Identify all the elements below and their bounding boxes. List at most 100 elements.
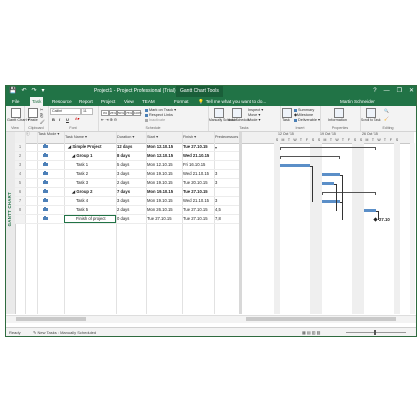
- task-insert-button[interactable]: Task: [282, 118, 290, 123]
- vertical-scrollbar[interactable]: [410, 143, 415, 314]
- horizontal-scrollbar[interactable]: [6, 315, 416, 323]
- tab-task[interactable]: Task: [30, 97, 44, 106]
- user-name[interactable]: Martin Schneider: [340, 97, 375, 106]
- customize-qa-icon[interactable]: ▾: [42, 86, 45, 97]
- task-insert-icon[interactable]: [282, 108, 292, 118]
- chart-scroll-thumb[interactable]: [246, 317, 396, 321]
- tab-view[interactable]: View: [122, 97, 136, 106]
- respect-links-button[interactable]: Respect Links: [145, 113, 173, 118]
- duration-cell[interactable]: 12 days: [116, 143, 147, 151]
- task-mode-icon[interactable]: [37, 152, 64, 160]
- paste-button[interactable]: Paste: [28, 118, 38, 123]
- format-painter-icon[interactable]: 🖌: [40, 120, 45, 125]
- milestone-button[interactable]: ◆Milestone: [294, 113, 313, 118]
- tab-resource[interactable]: Resource: [50, 97, 74, 106]
- table-row[interactable]: 6 ◢ Group 27 days Mon 19.10.15 Tue 27.10.15: [15, 188, 239, 197]
- start-cell[interactable]: Mon 19.10.15: [146, 197, 183, 205]
- column-header-mode[interactable]: Task Mode ▾: [37, 132, 65, 143]
- table-row[interactable]: 8 Task 52 days Mon 26.10.15 Tue 27.10.15 4,5: [15, 206, 239, 215]
- italic-button[interactable]: I: [59, 117, 60, 122]
- information-button[interactable]: Information: [328, 118, 347, 123]
- start-cell[interactable]: Mon 12.10.15: [146, 161, 183, 169]
- mark-on-track-button[interactable]: Mark on Track ▾: [145, 108, 176, 113]
- summary-button[interactable]: Summary: [294, 108, 314, 113]
- font-size-select[interactable]: 11: [81, 108, 93, 115]
- task-bar[interactable]: [364, 209, 376, 212]
- start-cell[interactable]: Mon 12.10.15: [146, 143, 183, 151]
- indent-icons[interactable]: ⇤ ⇥ ⊕ ⊖: [101, 118, 117, 123]
- predecessors-cell[interactable]: [214, 152, 240, 160]
- auto-schedule-icon[interactable]: [232, 108, 242, 118]
- start-cell[interactable]: Mon 19.10.15: [146, 179, 183, 187]
- gantt-chart-icon[interactable]: [11, 108, 21, 118]
- underline-button[interactable]: U: [66, 117, 69, 122]
- task-mode-icon[interactable]: [37, 197, 64, 205]
- start-cell[interactable]: Mon 26.10.15: [146, 206, 183, 214]
- tab-report[interactable]: Report: [77, 97, 95, 106]
- milestone-marker[interactable]: [373, 217, 378, 222]
- column-header-name[interactable]: Task Name ▾: [64, 132, 117, 143]
- finish-cell[interactable]: Tue 27.10.15: [182, 206, 215, 214]
- column-header-start[interactable]: Start ▾: [146, 132, 183, 143]
- predecessors-cell[interactable]: [214, 161, 240, 169]
- pct-100-button[interactable]: 100%: [133, 110, 142, 116]
- duration-cell[interactable]: 2 days: [116, 179, 147, 187]
- mode-button[interactable]: Mode ▾: [248, 118, 260, 123]
- finish-cell[interactable]: Wed 21.10.15: [182, 152, 215, 160]
- status-new-tasks[interactable]: ✎ New Tasks : Manually Scheduled: [33, 328, 96, 336]
- scroll-to-task-button[interactable]: Scroll to Task: [361, 118, 381, 123]
- duration-cell[interactable]: 3 days: [116, 170, 147, 178]
- tab-format[interactable]: Format: [172, 97, 191, 106]
- tab-file[interactable]: File: [10, 97, 21, 106]
- table-row[interactable]: 5 Task 32 days Mon 19.10.15 Tue 20.10.15 3: [15, 179, 239, 188]
- font-name-select[interactable]: Calibri: [50, 108, 81, 115]
- save-icon[interactable]: 💾: [9, 86, 16, 97]
- help-icon[interactable]: ?: [373, 86, 376, 97]
- predecessors-cell[interactable]: 4,5: [214, 206, 240, 214]
- task-mode-icon[interactable]: [37, 188, 64, 196]
- tab-project[interactable]: Project: [99, 97, 117, 106]
- task-bar[interactable]: [280, 164, 310, 167]
- duration-cell[interactable]: 5 days: [116, 161, 147, 169]
- pct-75-button[interactable]: 75%: [125, 110, 133, 116]
- task-name-cell[interactable]: ◢ Group 2: [64, 188, 124, 196]
- duration-cell[interactable]: 3 days: [116, 197, 147, 205]
- task-name-cell[interactable]: ◢ Simple Project: [64, 143, 120, 151]
- finish-cell[interactable]: Wed 21.10.15: [182, 197, 215, 205]
- pct-0-button[interactable]: 0%: [101, 110, 109, 116]
- task-mode-icon[interactable]: [37, 179, 64, 187]
- summary-bar[interactable]: [280, 146, 376, 148]
- predecessors-cell[interactable]: [214, 143, 240, 151]
- task-mode-icon[interactable]: [37, 206, 64, 214]
- deliverable-button[interactable]: Deliverable ▾: [294, 118, 320, 123]
- close-icon[interactable]: ✕: [409, 86, 414, 97]
- tab-team[interactable]: TEAM: [140, 97, 157, 106]
- redo-icon[interactable]: ↷: [32, 86, 37, 97]
- move-button[interactable]: Move ▾: [248, 113, 260, 118]
- copy-icon[interactable]: ⎘: [40, 114, 43, 119]
- auto-schedule-button[interactable]: Auto Schedule: [228, 118, 249, 123]
- column-header-finish[interactable]: Finish ▾: [182, 132, 215, 143]
- pct-50-button[interactable]: 50%: [117, 110, 125, 116]
- finish-cell[interactable]: Fri 16.10.15: [182, 161, 215, 169]
- minimize-icon[interactable]: —: [384, 86, 390, 97]
- information-icon[interactable]: [334, 108, 344, 118]
- selected-cell[interactable]: [64, 215, 116, 223]
- table-row-empty[interactable]: [15, 215, 239, 224]
- summary-bar[interactable]: [280, 155, 340, 157]
- zoom-slider[interactable]: [346, 332, 406, 333]
- task-bar[interactable]: [322, 200, 340, 203]
- scroll-to-task-icon[interactable]: [366, 108, 376, 118]
- task-bar[interactable]: [322, 182, 334, 185]
- table-row[interactable]: 3 Task 15 days Mon 12.10.15 Fri 16.10.15: [15, 161, 239, 170]
- start-cell[interactable]: Mon 19.10.15: [146, 170, 183, 178]
- inspect-button[interactable]: Inspect ▾: [248, 108, 263, 113]
- task-name-cell[interactable]: ◢ Group 1: [64, 152, 124, 160]
- paste-icon[interactable]: [28, 108, 38, 118]
- find-icon[interactable]: 🔍: [384, 109, 389, 114]
- task-mode-icon[interactable]: [37, 161, 64, 169]
- restore-icon[interactable]: ❐: [397, 86, 402, 97]
- view-shortcut-icons[interactable]: ▦ ▤ ▥ ▧: [302, 328, 320, 336]
- tell-me-box[interactable]: 💡 Tell me what you want to do...: [198, 97, 266, 106]
- finish-cell[interactable]: Tue 27.10.15: [182, 188, 215, 196]
